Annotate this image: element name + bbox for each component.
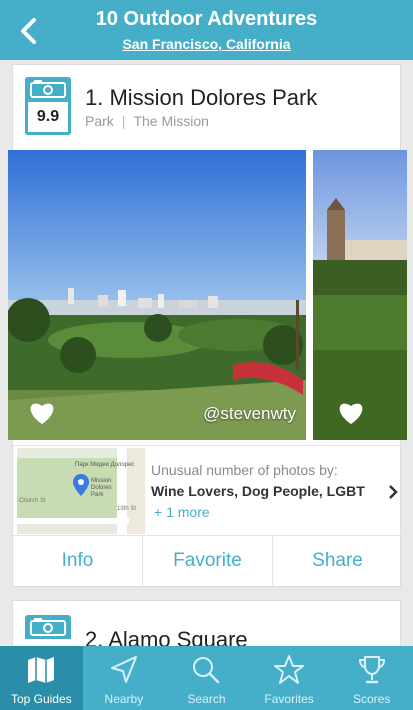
tab-top-guides[interactable]: Top Guides — [0, 646, 83, 710]
place-category: Park — [85, 113, 114, 129]
photo-credit: @stevenwty — [203, 404, 296, 423]
tab-bar: Top Guides Nearby Search Favorites Score… — [0, 646, 413, 710]
place-title[interactable]: 1. Mission Dolores Park — [85, 85, 317, 111]
tab-label: Top Guides — [10, 692, 72, 706]
action-bar: Info Favorite Share — [13, 535, 402, 587]
camera-icon — [25, 615, 71, 639]
trophy-icon — [358, 656, 385, 684]
tab-nearby[interactable]: Nearby — [83, 646, 166, 710]
unusual-tags: Wine Lovers, Dog People, LGBT — [151, 483, 365, 499]
meta-separator: | — [121, 113, 126, 129]
place-meta: Park | The Mission — [85, 113, 209, 129]
map-label: Mission Dolores Park — [91, 478, 112, 498]
search-icon — [193, 657, 220, 684]
info-button[interactable]: Info — [13, 536, 143, 587]
map-label: Парк Мидеи Долорес — [75, 462, 135, 468]
park-photo-image — [313, 150, 407, 440]
tab-scores[interactable]: Scores — [330, 646, 413, 710]
star-icon — [274, 655, 305, 684]
place-photo-secondary[interactable] — [313, 150, 407, 440]
chevron-right-icon[interactable] — [388, 484, 398, 500]
place-photo-main[interactable]: @stevenwty — [8, 150, 306, 440]
heart-icon[interactable] — [28, 400, 56, 426]
header-bar: 10 Outdoor Adventures San Francisco, Cal… — [0, 0, 413, 60]
more-tags-link[interactable]: + 1 more — [154, 504, 210, 520]
location-link[interactable]: San Francisco, California — [0, 36, 413, 52]
map-street-label: 19th St — [117, 506, 137, 512]
location-arrow-icon — [110, 656, 137, 683]
park-photo-image — [8, 150, 306, 440]
unusual-label: Unusual number of photos by: — [151, 462, 338, 478]
favorite-button[interactable]: Favorite — [143, 536, 273, 587]
tab-favorites[interactable]: Favorites — [248, 646, 331, 710]
score-badge: 9.9 — [25, 77, 71, 135]
map-street-label: Church St — [19, 498, 46, 504]
unusual-photos-row[interactable]: Парк Мидеи Долорес Mission Dolores Park … — [13, 445, 402, 535]
map-thumbnail[interactable]: Парк Мидеи Долорес Mission Dolores Park … — [17, 448, 145, 534]
share-button[interactable]: Share — [273, 536, 402, 587]
tab-label: Nearby — [104, 692, 144, 706]
heart-icon[interactable] — [337, 400, 365, 426]
tab-search[interactable]: Search — [165, 646, 248, 710]
place-card: 9.9 1. Mission Dolores Park Park | The Mis… — [8, 64, 407, 587]
tab-label: Scores — [352, 692, 391, 706]
camera-icon — [25, 77, 71, 101]
place-neighborhood: The Mission — [133, 113, 209, 129]
tab-label: Search — [187, 692, 226, 706]
page-title: 10 Outdoor Adventures — [95, 8, 318, 30]
map-icon — [28, 657, 55, 683]
tab-label: Favorites — [264, 692, 314, 706]
score-value: 9.9 — [25, 99, 71, 135]
